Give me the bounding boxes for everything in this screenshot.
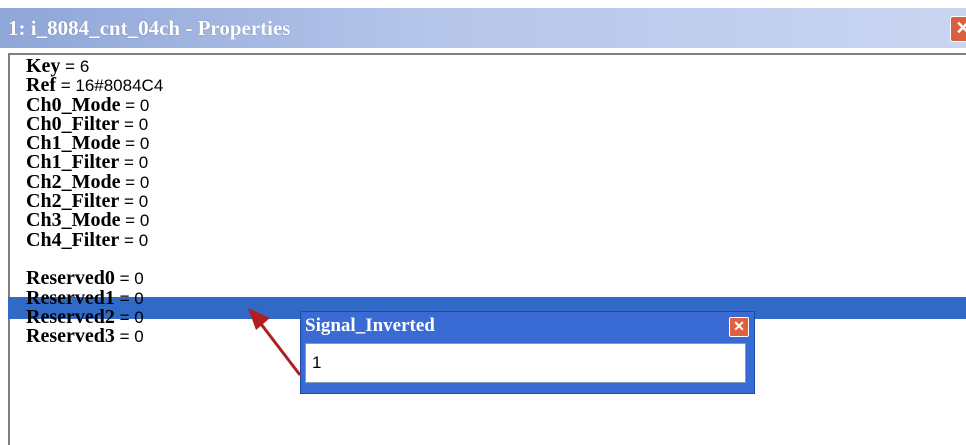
- value-input[interactable]: 1: [305, 343, 746, 383]
- property-value: 0: [134, 288, 144, 308]
- property-name: Reserved3: [26, 325, 115, 348]
- equals-sign: =: [119, 230, 139, 250]
- property-value: 0: [138, 192, 149, 212]
- equals-sign: =: [119, 192, 139, 212]
- equals-sign: =: [120, 211, 140, 231]
- property-value: 0: [138, 230, 149, 250]
- property-value: 0: [139, 134, 150, 154]
- property-value: 0: [139, 95, 150, 115]
- equals-sign: =: [55, 76, 76, 96]
- equals-sign: =: [120, 172, 140, 192]
- property-value: 6: [79, 57, 90, 76]
- edit-popup: Signal_Inverted ✕ 1: [300, 311, 755, 394]
- property-value: 0: [134, 327, 144, 347]
- property-value: 0: [138, 153, 149, 173]
- property-value: 1: [182, 249, 192, 269]
- equals-sign: =: [114, 307, 135, 327]
- property-value: 0: [134, 307, 144, 327]
- property-value: 16#8084C4: [75, 76, 164, 96]
- property-value: 0: [139, 172, 150, 192]
- equals-sign: =: [114, 269, 135, 289]
- property-value: 0: [139, 211, 150, 231]
- equals-sign: =: [119, 114, 139, 134]
- property-row[interactable]: Reserved3 = 0: [26, 325, 192, 348]
- equals-sign: =: [114, 288, 135, 308]
- window-title: 1: i_8084_cnt_04ch - Properties: [8, 16, 291, 40]
- equals-sign: =: [120, 95, 140, 115]
- property-value: 0: [134, 269, 144, 289]
- title-bar[interactable]: 1: i_8084_cnt_04ch - Properties ✕: [0, 8, 966, 48]
- equals-sign: =: [162, 249, 183, 269]
- property-value: 0: [138, 114, 149, 134]
- properties-window: 1: i_8084_cnt_04ch - Properties ✕ Key = …: [0, 0, 966, 445]
- property-list: Key = 6 Ref = 16#8084C4 Ch0_Mode = 0 Ch0_Fi…: [26, 56, 192, 348]
- popup-title: Signal_Inverted: [305, 315, 435, 336]
- equals-sign: =: [120, 134, 140, 154]
- equals-sign: =: [114, 327, 135, 347]
- close-icon[interactable]: ✕: [950, 16, 966, 42]
- equals-sign: =: [60, 57, 80, 76]
- popup-close-icon[interactable]: ✕: [729, 317, 749, 337]
- equals-sign: =: [119, 153, 139, 173]
